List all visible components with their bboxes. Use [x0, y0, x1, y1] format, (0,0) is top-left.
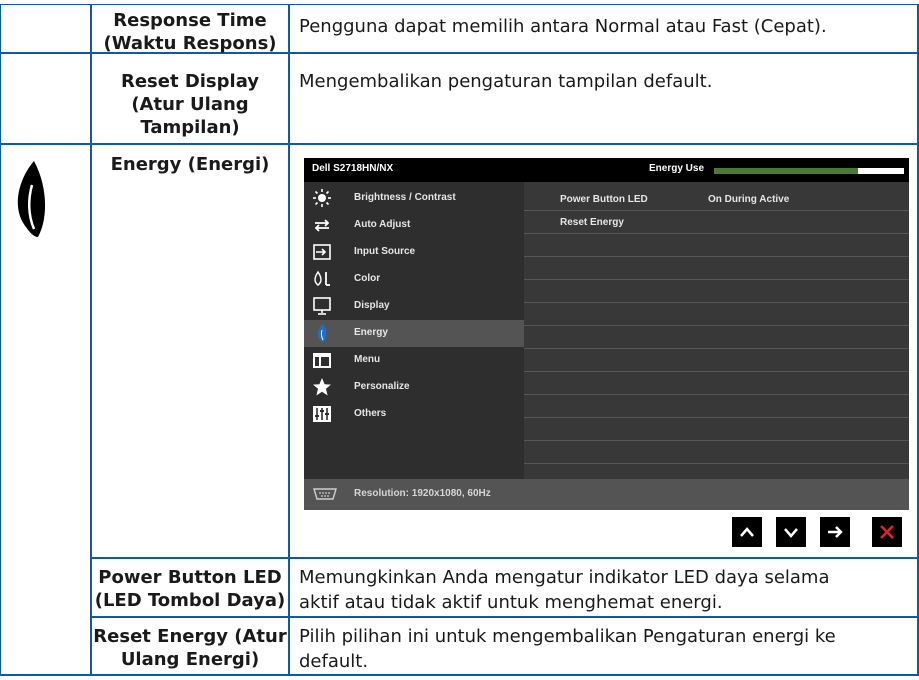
star-icon — [313, 378, 331, 396]
close-icon — [880, 525, 894, 539]
submenu-row — [524, 257, 909, 280]
submenu-row — [524, 395, 909, 418]
table-row-line — [90, 557, 919, 559]
up-button[interactable] — [732, 517, 762, 547]
osd-submenu: Power Button LED On During Active Reset … — [524, 182, 909, 479]
monitor-model: Dell S2718HN/NX — [312, 163, 394, 174]
brightness-icon — [313, 189, 331, 207]
resolution-text: Resolution: 1920x1080, 60Hz — [354, 488, 491, 499]
osd-header: Dell S2718HN/NX Energy Use — [304, 158, 909, 182]
submenu-power-button-led[interactable]: Power Button LED On During Active — [524, 188, 909, 211]
menu-item-brightness[interactable]: Brightness / Contrast — [304, 185, 524, 212]
submenu-row — [524, 418, 909, 441]
table-row-line — [90, 616, 919, 618]
menu-item-display[interactable]: Display — [304, 293, 524, 320]
term-energy: Energy (Energi) — [110, 154, 270, 175]
energy-use-label: Energy Use — [649, 163, 705, 174]
menu-item-input-source[interactable]: Input Source — [304, 239, 524, 266]
color-icon — [314, 270, 330, 286]
right-arrow-icon — [828, 526, 843, 538]
osd-menu: Dell S2718HN/NX Energy Use Brightness / … — [304, 158, 909, 510]
auto-adjust-icon — [314, 219, 330, 232]
desc-power-button-led: Memungkinkan Anda mengatur indikator LED… — [299, 567, 830, 613]
submenu-row — [524, 349, 909, 372]
energy-use-bar — [714, 168, 904, 174]
desc-reset-energy: Pilih pilihan ini untuk mengembalikan Pe… — [299, 626, 836, 672]
term-reset-display: Reset Display (Atur Ulang Tampilan) — [120, 71, 260, 138]
submenu-row — [524, 326, 909, 349]
vga-connector-icon — [313, 488, 337, 500]
submenu-row — [524, 280, 909, 303]
table-col-line — [288, 4, 290, 676]
up-arrow-icon — [740, 527, 754, 537]
exit-button[interactable] — [872, 517, 902, 547]
submenu-reset-energy[interactable]: Reset Energy — [524, 211, 909, 234]
energy-use-fill — [714, 168, 859, 174]
table-bottom-line — [0, 674, 919, 676]
desc-reset-display: Mengembalikan pengaturan tampilan defaul… — [299, 71, 713, 92]
menu-icon — [313, 353, 331, 368]
menu-item-others[interactable]: Others — [304, 401, 524, 428]
submenu-row — [524, 441, 909, 464]
term-power-button-led: Power Button LED (LED Tombol Daya) — [94, 567, 286, 611]
desc-response-time: Pengguna dapat memilih antara Normal ata… — [299, 16, 827, 37]
enter-button[interactable] — [820, 517, 850, 547]
table-col-line — [0, 4, 1, 676]
menu-item-menu[interactable]: Menu — [304, 347, 524, 374]
osd-main-menu: Brightness / Contrast Auto Adjust Input … — [304, 182, 524, 479]
table-top-line — [0, 4, 919, 5]
menu-item-color[interactable]: Color — [304, 266, 524, 293]
others-icon — [313, 406, 331, 422]
down-arrow-icon — [784, 528, 798, 538]
submenu-row — [524, 372, 909, 395]
term-response-time: Response Time (Waktu Respons) — [103, 10, 277, 54]
energy-icon — [317, 324, 327, 342]
table-row-line — [0, 143, 919, 145]
submenu-row — [524, 234, 909, 257]
menu-item-auto-adjust[interactable]: Auto Adjust — [304, 212, 524, 239]
menu-item-personalize[interactable]: Personalize — [304, 374, 524, 401]
power-led-value: On During Active — [708, 194, 790, 205]
term-reset-energy: Reset Energy (Atur Ulang Energi) — [93, 626, 287, 670]
submenu-row — [524, 303, 909, 326]
energy-leaf-icon — [17, 161, 46, 237]
down-button[interactable] — [776, 517, 806, 547]
menu-item-energy[interactable]: Energy — [304, 320, 524, 347]
input-source-icon — [313, 244, 331, 260]
display-icon — [313, 297, 331, 315]
osd-footer: Resolution: 1920x1080, 60Hz — [304, 479, 909, 510]
